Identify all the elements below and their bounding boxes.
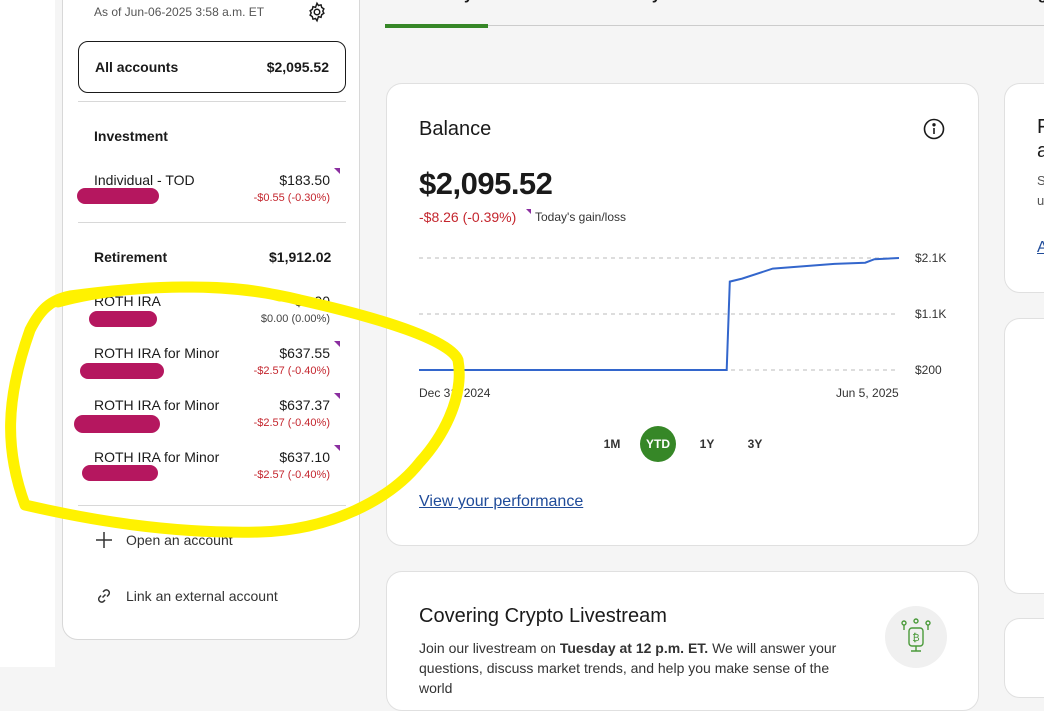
as-of-timestamp: As of Jun-06-2025 3:58 a.m. ET [94, 5, 265, 19]
account-balance: $637.10 [279, 449, 330, 465]
link-icon [97, 589, 111, 603]
account-change: -$2.57 (-0.40%) [253, 469, 330, 481]
all-accounts-label: All accounts [95, 59, 179, 75]
account-change: $0.00 (0.00%) [260, 313, 330, 325]
promo-text: u [1037, 193, 1044, 208]
x-axis-end-label: Jun 5, 2025 [836, 386, 899, 400]
change-flag-icon [334, 445, 340, 451]
redaction-mark [77, 188, 159, 204]
investment-section-label: Investment [94, 128, 168, 144]
retirement-total: $1,912.02 [269, 249, 332, 265]
account-change: -$0.55 (-0.30%) [253, 192, 330, 204]
crypto-body-text: Join our livestream on [419, 640, 560, 656]
change-flag-icon [526, 209, 531, 214]
account-balance: $637.37 [279, 397, 330, 413]
plus-icon [96, 532, 112, 548]
crypto-card-body: Join our livestream on Tuesday at 12 p.m… [419, 638, 839, 698]
tab-balances[interactable]: Balances [763, 0, 833, 24]
divider [78, 505, 346, 506]
link-account-label: Link an external account [126, 588, 278, 604]
tab-positions[interactable]: Positions [504, 0, 576, 24]
open-account-label: Open an account [126, 532, 233, 548]
balance-card: Balance $2,095.52 -$8.26 (-0.39%) Today'… [386, 83, 979, 546]
account-balance: $0.00 [294, 293, 330, 309]
account-change: -$2.57 (-0.40%) [253, 365, 330, 377]
crypto-livestream-card: Covering Crypto Livestream Join our live… [386, 571, 979, 711]
page-margin [0, 0, 55, 667]
account-name: ROTH IRA for Minor [94, 345, 220, 361]
range-1y-button[interactable]: 1Y [689, 426, 725, 462]
crypto-card-title: Covering Crypto Livestream [419, 605, 667, 627]
y-axis-tick-label: $1.1K [915, 307, 946, 321]
balance-value: $2,095.52 [419, 166, 553, 201]
y-axis-tick-label: $200 [915, 363, 942, 377]
range-ytd-button[interactable]: YTD [640, 426, 676, 462]
promo-link[interactable]: A [1037, 239, 1044, 257]
range-1m-button[interactable]: 1M [594, 426, 630, 462]
tab-documents[interactable]: Documents [862, 0, 949, 24]
view-performance-link[interactable]: View your performance [419, 493, 583, 511]
tab-bar: Summary Positions Activity & Orders Bala… [385, 0, 1044, 28]
tab-planning[interactable]: Planning [980, 0, 1044, 24]
info-icon[interactable] [923, 118, 945, 140]
crypto-livestream-icon: ₿ [885, 606, 947, 668]
balance-change-label: Today's gain/loss [535, 210, 627, 224]
crypto-body-time: Tuesday at 12 p.m. ET. [559, 640, 709, 656]
change-flag-icon [334, 168, 340, 174]
link-external-account-link[interactable]: Link an external account [94, 586, 278, 606]
account-name: Individual - TOD [94, 172, 195, 188]
x-axis-start-label: Dec 31, 2024 [419, 386, 491, 400]
account-name: ROTH IRA [94, 293, 161, 309]
account-name: ROTH IRA for Minor [94, 449, 220, 465]
account-balance: $183.50 [279, 172, 330, 188]
range-3y-button[interactable]: 3Y [737, 426, 773, 462]
redaction-mark [82, 465, 158, 481]
divider [78, 222, 346, 223]
side-card [1004, 618, 1044, 698]
change-flag-icon [334, 341, 340, 347]
tab-activity-orders[interactable]: Activity & Orders [603, 0, 734, 24]
redaction-mark [74, 415, 160, 433]
side-card [1004, 318, 1044, 594]
account-name: ROTH IRA for Minor [94, 397, 220, 413]
balance-change: -$8.26 (-0.39%) [419, 209, 517, 225]
change-flag-icon [334, 393, 340, 399]
promo-card: F a S u A [1004, 83, 1044, 293]
retirement-section-label: Retirement [94, 249, 168, 265]
open-account-link[interactable]: Open an account [94, 530, 233, 550]
svg-text:₿: ₿ [912, 632, 919, 644]
promo-title: a [1037, 140, 1044, 162]
redaction-mark [80, 363, 164, 379]
account-change: -$2.57 (-0.40%) [253, 417, 330, 429]
all-accounts-button[interactable]: All accounts $2,095.52 [78, 41, 346, 93]
promo-text: S [1037, 173, 1044, 188]
promo-title: F [1037, 116, 1044, 138]
y-axis-tick-label: $2.1K [915, 251, 946, 265]
tab-summary[interactable]: Summary [385, 0, 488, 28]
balance-chart: $200 $1.1K $2.1K [419, 251, 946, 377]
divider [78, 101, 346, 102]
account-balance: $637.55 [279, 345, 330, 361]
all-accounts-value: $2,095.52 [266, 59, 329, 75]
balance-title: Balance [419, 118, 492, 140]
gear-icon[interactable] [306, 1, 328, 23]
redaction-mark [89, 311, 157, 327]
